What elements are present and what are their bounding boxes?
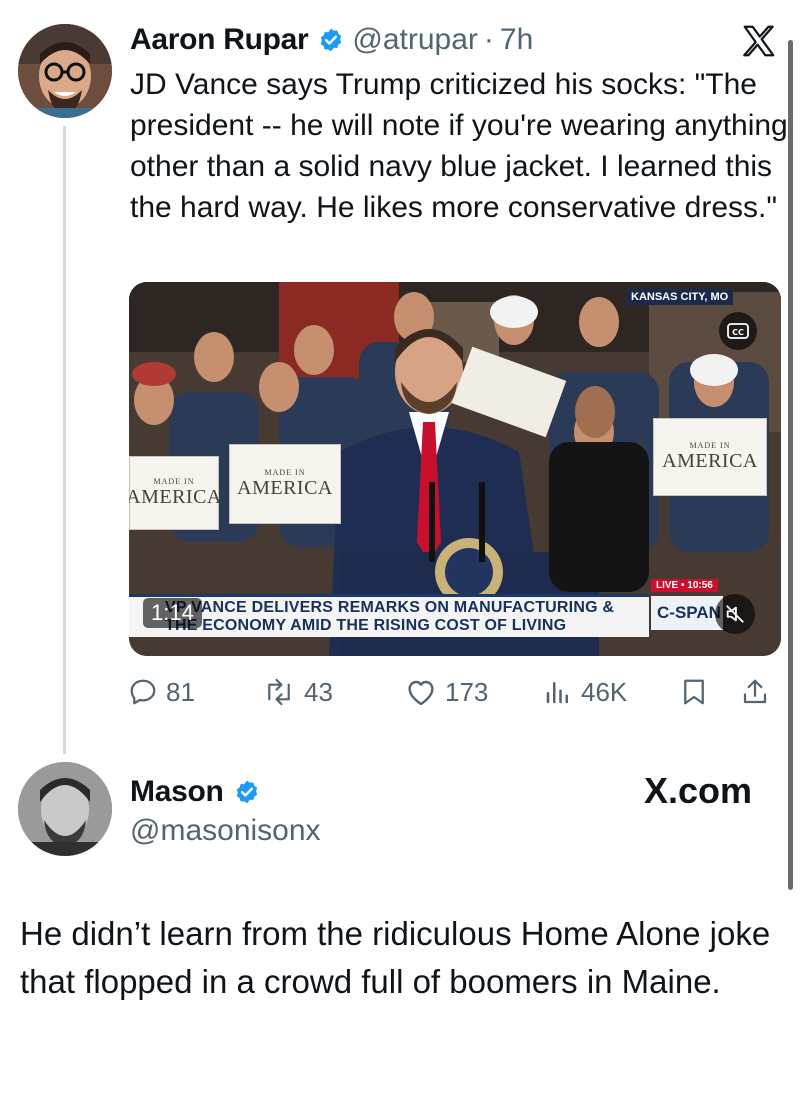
reply-author-avatar[interactable] (18, 762, 112, 856)
sign-small-text: MADE IN (264, 468, 306, 477)
reply-icon (128, 677, 158, 707)
analytics-icon (543, 677, 573, 707)
video-player[interactable]: MADE IN AMERICA MADE IN AMERICA MADE IN … (129, 282, 781, 656)
bookmark-icon (680, 677, 708, 707)
tweet-header: Aaron Rupar @atrupar · 7h (130, 20, 533, 60)
video-duration: 1:14 (143, 598, 202, 628)
scrollbar[interactable] (788, 40, 793, 890)
verified-badge-icon (318, 27, 344, 53)
repost-icon (262, 677, 296, 707)
share-button[interactable] (740, 672, 770, 712)
view-count: 46K (581, 676, 628, 707)
reply-author-name[interactable]: Mason (130, 775, 224, 809)
sign-big-text: AMERICA (662, 450, 758, 472)
x-logo-icon (740, 22, 778, 60)
closed-captions-icon[interactable]: CC (719, 312, 757, 350)
news-chyron: VP VANCE DELIVERS REMARKS ON MANUFACTURI… (129, 594, 649, 637)
author-handle[interactable]: @atrupar (352, 23, 478, 57)
chyron-line-1: VP VANCE DELIVERS REMARKS ON MANUFACTURI… (165, 599, 615, 616)
verified-badge-icon (234, 779, 260, 805)
live-badge: LIVE • 10:56 (651, 579, 718, 592)
reply-button[interactable]: 81 (128, 672, 195, 712)
reply-text: He didn’t learn from the ridiculous Home… (20, 915, 771, 1000)
x-com-watermark: X.com (644, 770, 753, 811)
thread-connector-line (63, 126, 66, 754)
network-logo: C-SPAN (651, 596, 723, 630)
bookmark-button[interactable] (680, 672, 708, 712)
svg-text:CC: CC (732, 328, 744, 337)
heart-icon (405, 677, 437, 707)
chyron-line-2: THE ECONOMY AMID THE RISING COST OF LIVI… (165, 617, 567, 634)
tweet-timestamp[interactable]: 7h (500, 23, 533, 57)
sign-big-text: AMERICA (237, 477, 333, 499)
reply-author-handle[interactable]: @masonisonx (130, 814, 321, 848)
author-name[interactable]: Aaron Rupar (130, 23, 309, 57)
sign-big-text: AMERICA (129, 486, 222, 508)
made-in-america-sign: MADE IN AMERICA (653, 418, 767, 496)
made-in-america-sign: MADE IN AMERICA (229, 444, 341, 524)
tweet-text: JD Vance says Trump criticized his socks… (130, 68, 788, 224)
share-icon (740, 677, 770, 707)
sign-small-text: MADE IN (689, 441, 731, 450)
reply-count: 81 (166, 676, 195, 707)
location-badge: KANSAS CITY, MO (626, 289, 734, 305)
author-avatar[interactable] (18, 24, 112, 118)
made-in-america-sign: MADE IN AMERICA (129, 456, 222, 530)
meta-separator: · (483, 23, 494, 56)
muted-speaker-icon[interactable] (715, 594, 755, 634)
reply-author-header: Mason (130, 772, 260, 812)
like-count: 173 (445, 676, 489, 707)
sign-small-text: MADE IN (153, 477, 195, 486)
like-button[interactable]: 173 (405, 672, 488, 712)
repost-button[interactable]: 43 (262, 672, 333, 712)
repost-count: 43 (304, 676, 333, 707)
views-button[interactable]: 46K (543, 672, 627, 712)
